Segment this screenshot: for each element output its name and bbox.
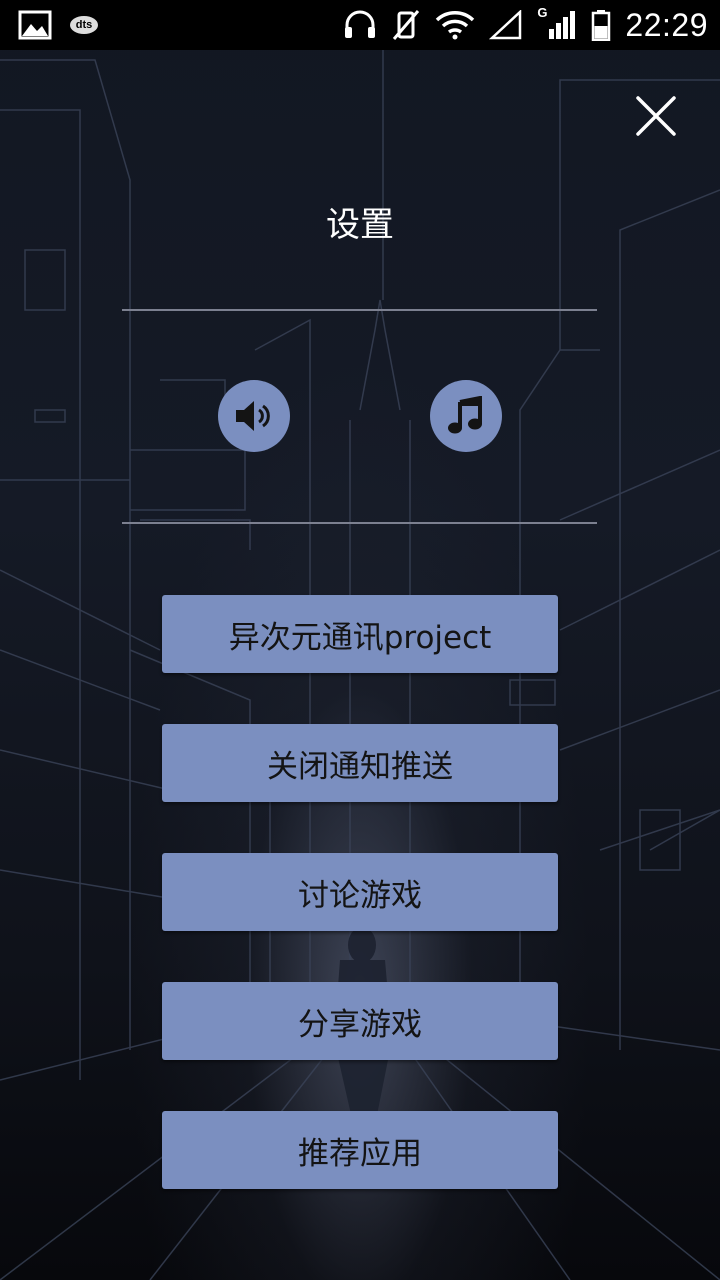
menu-button-discuss-game[interactable]: 讨论游戏 [162,853,558,931]
vibrate-off-icon [393,10,420,40]
close-button[interactable] [628,90,682,144]
bottom-divider [122,522,597,524]
top-divider [122,309,597,311]
image-icon [18,10,52,40]
music-toggle-button[interactable] [430,380,502,452]
status-bar: dts G 22:29 [0,0,720,50]
menu-button-recommend-apps[interactable]: 推荐应用 [162,1111,558,1189]
signal-icon: G [537,5,577,41]
speaker-icon [236,401,270,431]
menu-button-project[interactable]: 异次元通讯project [162,595,558,673]
close-icon [636,96,676,136]
page-title: 设置 [326,205,394,245]
wifi-icon [436,11,475,40]
sound-toggle-button[interactable] [218,380,290,452]
music-note-icon [448,396,482,434]
settings-screen: dts G 22:29 设置 异次元通讯project 关闭通知推送 讨论游戏 … [0,0,720,1280]
signal-empty-icon [489,10,522,40]
dts-icon: dts [70,16,98,34]
headphones-icon [345,10,376,38]
menu-button-share-game[interactable]: 分享游戏 [162,982,558,1060]
battery-icon [592,10,611,41]
clock: 22:29 [625,6,708,43]
menu-button-disable-notifications[interactable]: 关闭通知推送 [162,724,558,802]
